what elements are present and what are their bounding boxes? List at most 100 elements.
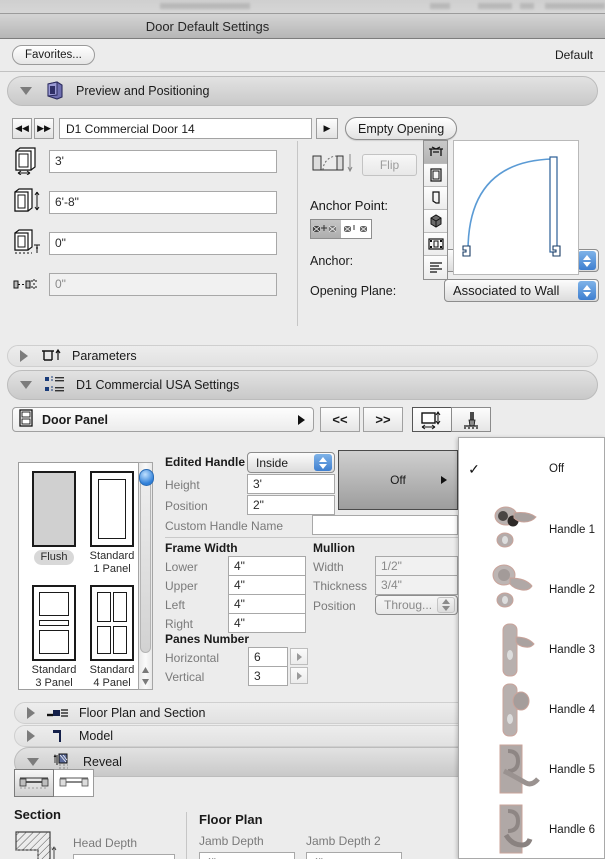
head-depth-input[interactable]: 4" xyxy=(73,854,175,859)
handle-menu-item-handle-3[interactable]: Handle 3 xyxy=(459,620,604,680)
mullion-position-label: Position xyxy=(313,599,356,613)
anchor-point-option-right[interactable] xyxy=(341,220,371,238)
section-label: Parameters xyxy=(72,349,137,363)
door-wall-offset-input[interactable]: 0" xyxy=(49,272,277,296)
mullion-position-stepper[interactable] xyxy=(437,597,455,613)
door-thumb-flush[interactable]: Flush xyxy=(23,471,85,565)
scrollbar-thumb[interactable] xyxy=(139,469,154,486)
panel-next-button[interactable]: >> xyxy=(363,407,403,432)
handle-menu-item-handle-2[interactable]: Handle 2 xyxy=(459,560,604,620)
section-header-preview-and-positioning[interactable]: Preview and Positioning xyxy=(7,76,598,106)
handle-position-label: Position xyxy=(165,499,208,513)
panel-prev-button[interactable]: << xyxy=(320,407,360,432)
frame-left-input[interactable]: 4" xyxy=(228,594,306,614)
section-header-d1-commercial-usa-settings[interactable]: D1 Commercial USA Settings xyxy=(7,370,598,400)
chevron-right-icon xyxy=(20,350,28,362)
mullion-position-select[interactable]: Throug... xyxy=(375,595,458,615)
handle-menu-item-handle-5[interactable]: Handle 5 xyxy=(459,740,604,800)
opening-plane-select-stepper[interactable] xyxy=(578,281,596,300)
panel-divider xyxy=(297,141,298,326)
dimension-toggle-icon[interactable] xyxy=(412,407,452,432)
scroll-up-button[interactable] xyxy=(139,664,152,676)
elevation-view-icon[interactable] xyxy=(424,164,447,187)
scroll-down-button[interactable] xyxy=(139,676,152,688)
frame-upper-input[interactable]: 4" xyxy=(228,575,306,595)
object-dropdown-button[interactable]: ▶ xyxy=(316,118,338,139)
section-label: Floor Plan and Section xyxy=(79,706,206,720)
panes-vertical-stepper[interactable] xyxy=(290,667,308,684)
handle-height-input[interactable]: 3' xyxy=(247,474,335,494)
door-preview[interactable] xyxy=(453,140,579,275)
empty-opening-button[interactable]: Empty Opening xyxy=(345,117,458,140)
flip-button[interactable]: Flip xyxy=(362,153,417,176)
frame-right-input[interactable]: 4" xyxy=(228,613,306,633)
handle-menu-item-handle-6[interactable]: Handle 6 xyxy=(459,800,604,858)
custom-handle-name-input[interactable] xyxy=(312,515,458,535)
handle-thumb-plate-lever xyxy=(489,621,549,679)
door-sill-height-input[interactable]: 0" xyxy=(49,231,277,255)
handle-menu-item-handle-4[interactable]: Handle 4 xyxy=(459,680,604,740)
mullion-width-input[interactable]: 1/2" xyxy=(375,556,458,576)
section-label: Preview and Positioning xyxy=(76,84,210,98)
door-list-scrollbar[interactable] xyxy=(138,462,154,690)
frame-lower-input[interactable]: 4" xyxy=(228,556,306,576)
edited-handle-select[interactable]: Inside xyxy=(247,452,335,473)
scrollbar-track[interactable] xyxy=(140,473,151,653)
panes-number-title: Panes Number xyxy=(165,632,250,646)
handle-menu-label: Handle 3 xyxy=(549,644,596,656)
panes-vertical-input[interactable]: 3 xyxy=(248,666,288,686)
section-header-parameters[interactable]: Parameters xyxy=(7,345,598,367)
background-desktop-strip xyxy=(0,0,605,13)
film-view-icon[interactable] xyxy=(424,233,447,256)
door-height-input[interactable]: 6'-8" xyxy=(49,190,277,214)
door-panel-dropdown[interactable]: Door Panel xyxy=(12,407,314,432)
handle-preview-off-button[interactable]: Off xyxy=(338,450,458,510)
favorites-button[interactable]: Favorites... xyxy=(12,45,95,65)
front-view-icon[interactable] xyxy=(424,141,447,164)
material-toggle-icon[interactable] xyxy=(451,407,491,432)
door-thumb-standard-3-panel[interactable]: Standard 3 Panel xyxy=(23,585,85,689)
previous-object-button[interactable]: ◀◀ xyxy=(12,118,32,139)
anchor-select-stepper[interactable] xyxy=(578,251,596,270)
head-depth-label: Head Depth xyxy=(73,836,138,850)
panes-horizontal-input[interactable]: 6 xyxy=(248,647,288,667)
door-thumb-standard-1-panel[interactable]: Standard 1 Panel xyxy=(81,471,143,576)
jamb-depth-input[interactable]: 4" xyxy=(199,852,295,859)
3d-view-icon[interactable] xyxy=(424,210,447,233)
door-width-icon xyxy=(10,146,44,176)
handle-position-input[interactable]: 2" xyxy=(247,495,335,515)
frame-left-label: Left xyxy=(165,598,186,612)
reveal-single-icon[interactable] xyxy=(54,769,94,797)
reveal-mode-toggle-group[interactable] xyxy=(14,769,94,797)
reveal-both-icon[interactable] xyxy=(14,769,54,797)
door-width-input[interactable]: 3' xyxy=(49,149,277,173)
door-thumb-standard-4-panel[interactable]: Standard 4 Panel xyxy=(81,585,143,689)
jamb-depth-2-input[interactable]: 4" xyxy=(306,852,402,859)
opening-plane-select-value: Associated to Wall xyxy=(453,283,560,298)
door-thumb-label: Flush xyxy=(33,550,75,565)
next-object-button[interactable]: ▶▶ xyxy=(34,118,54,139)
view-mode-toolbar[interactable] xyxy=(423,140,448,280)
object-name-field[interactable]: D1 Commercial Door 14 xyxy=(59,118,312,139)
dimension-row-sill: 0" xyxy=(10,228,277,258)
opening-plane-select[interactable]: Associated to Wall xyxy=(444,279,599,302)
preview-and-positioning-body: ◀◀ ▶▶ D1 Commercial Door 14 ▶ Empty Open… xyxy=(0,106,605,342)
anchor-point-selector[interactable] xyxy=(310,219,372,239)
door-panel-thumbnail-list[interactable]: Flush Standard1 Panel Standard3 Panel xyxy=(18,462,146,690)
chevron-down-icon xyxy=(20,87,32,95)
door-thumb-label: Standard 1 Panel xyxy=(89,550,135,575)
handle-dropdown-menu[interactable]: ✓ Off Handle 1 Handle 2 Handle 3 Handle … xyxy=(458,437,605,859)
panes-horizontal-stepper[interactable] xyxy=(290,648,308,665)
mullion-thickness-input[interactable]: 3/4" xyxy=(375,575,458,595)
handle-menu-label: Off xyxy=(549,463,565,475)
anchor-point-option-left[interactable] xyxy=(311,220,341,238)
handle-menu-label: Handle 1 xyxy=(549,524,596,536)
handle-thumb-panic-bar-2 xyxy=(489,801,549,858)
anchor-label: Anchor: xyxy=(310,254,354,268)
edited-handle-stepper[interactable] xyxy=(314,454,332,471)
frame-right-label: Right xyxy=(165,617,194,631)
handle-menu-item-off[interactable]: ✓ Off xyxy=(459,438,604,500)
list-view-icon[interactable] xyxy=(424,256,447,279)
section-view-icon[interactable] xyxy=(424,187,447,210)
handle-menu-item-handle-1[interactable]: Handle 1 xyxy=(459,500,604,560)
